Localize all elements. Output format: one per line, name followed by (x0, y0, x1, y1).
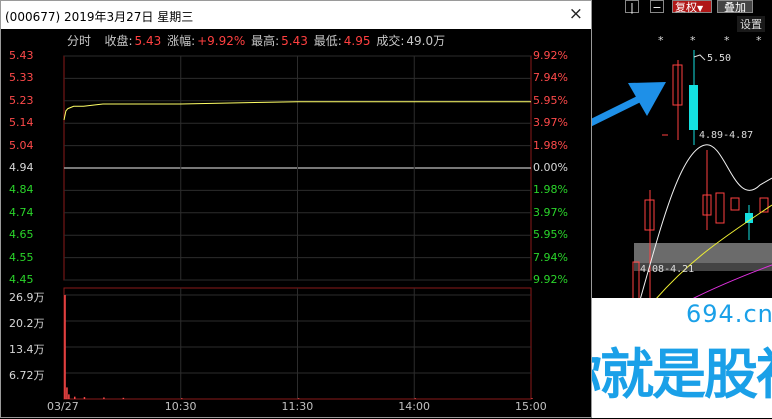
kline-low-label: 4.08-4.21 (640, 264, 695, 275)
price-tick-label: 5.43 (9, 49, 34, 62)
price-tick-label: 5.14 (9, 116, 34, 130)
kline-candle (715, 192, 725, 224)
kline-candle (689, 85, 698, 130)
percent-tick-label: 9.92% (533, 49, 568, 62)
restore-button[interactable]: 复权▼ (672, 0, 712, 14)
time-tick-label: 11:30 (281, 400, 314, 413)
price-tick-label: 5.04 (9, 138, 34, 152)
svg-text:*: * (658, 34, 664, 47)
time-tick-label: 10:30 (164, 400, 197, 413)
percent-tick-label: 7.94% (533, 250, 568, 264)
volume-tick-label: 26.9万 (9, 291, 45, 304)
kline-mid-label: 4.89-4.87 (699, 130, 754, 141)
price-tick-label: 4.84 (9, 183, 34, 197)
kline-candle (730, 197, 740, 211)
kline-band-upper (634, 243, 772, 263)
price-tick-label: 4.65 (9, 228, 34, 242)
time-tick-label: 15:00 (515, 400, 547, 413)
kline-markers: * * * * (658, 34, 762, 47)
percent-tick-label: 1.98% (533, 183, 568, 197)
time-tick-label: 03/27 (47, 400, 79, 413)
volume-tick-label: 13.4万 (9, 343, 45, 356)
price-tick-label: 5.23 (9, 93, 34, 107)
watermark-url: 694.cn (686, 300, 772, 328)
restore-label: 复权 (675, 1, 697, 14)
price-tick-label: 4.74 (9, 205, 34, 219)
percent-tick-label: 9.92% (533, 273, 568, 286)
percent-tick-label: 1.98% (533, 138, 568, 152)
chart-grid (63, 55, 532, 400)
intraday-chart (63, 55, 533, 400)
kline-high-label: 5.50 (707, 53, 732, 64)
percent-tick-label: 5.95% (533, 93, 568, 107)
settings-button[interactable]: 设置 (737, 16, 765, 32)
price-tick-label: 4.94 (9, 161, 34, 174)
svg-text:*: * (690, 34, 696, 47)
overlay-button[interactable]: 叠加 (717, 0, 753, 14)
intraday-popup-window: (000677) 2019年3月27日 星期三 × 分时 收盘: 5.43 涨幅:… (0, 0, 592, 418)
svg-text:*: * (724, 34, 730, 47)
price-tick-label: 4.45 (9, 273, 34, 286)
percent-tick-label: 5.95% (533, 228, 568, 242)
percent-tick-label: 7.94% (533, 71, 568, 85)
toolbar-pipe-button[interactable]: | (625, 0, 639, 14)
svg-text:*: * (756, 34, 762, 47)
chevron-down-icon: ▼ (697, 4, 704, 13)
price-tick-label: 5.33 (9, 71, 34, 85)
volume-tick-label: 20.2万 (9, 317, 45, 330)
volume-tick-label: 6.72万 (9, 369, 45, 382)
time-tick-label: 14:00 (398, 400, 430, 413)
price-tick-label: 4.55 (9, 250, 34, 264)
toolbar-minus-button[interactable]: − (650, 0, 664, 14)
percent-tick-label: 0.00% (533, 161, 568, 174)
percent-tick-label: 3.97% (533, 116, 568, 130)
percent-tick-label: 3.97% (533, 205, 568, 219)
